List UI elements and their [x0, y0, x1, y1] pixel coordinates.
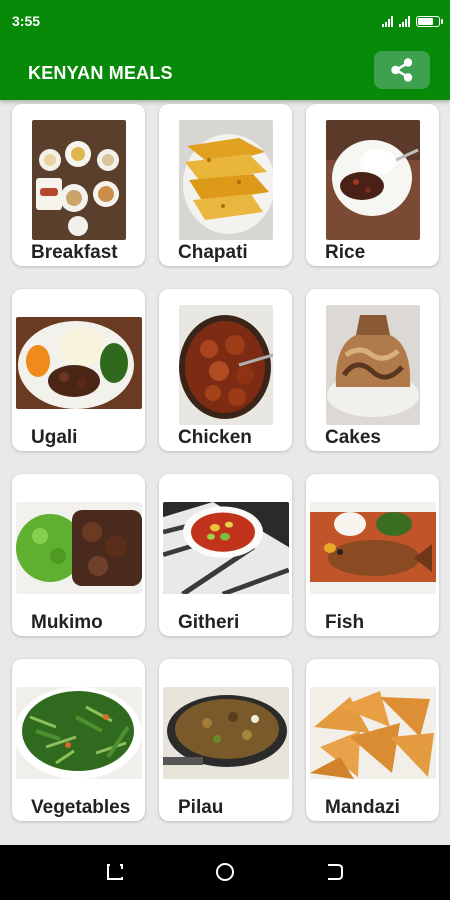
meal-label: Chicken: [178, 427, 252, 448]
navigation-bar: [0, 845, 450, 900]
meal-label: Mandazi: [325, 797, 400, 818]
pilau-image: [163, 687, 289, 779]
app-title: KENYAN MEALS: [28, 63, 173, 83]
home-icon[interactable]: [214, 861, 236, 883]
status-time: 3:55: [12, 13, 41, 29]
mukimo-image: [16, 502, 142, 594]
breakfast-image: [32, 120, 126, 240]
meal-label: Pilau: [178, 797, 224, 818]
app-bar: KENYAN MEALS: [0, 42, 450, 100]
battery-icon: [416, 16, 443, 27]
meal-card-githeri[interactable]: Githeri: [159, 474, 292, 636]
meal-label: Chapati: [178, 242, 248, 263]
meal-label: Githeri: [178, 612, 240, 633]
meal-label: Ugali: [31, 427, 78, 448]
meal-card-fish[interactable]: Fish: [306, 474, 439, 636]
meal-label: Breakfast: [31, 242, 118, 263]
fish-image: [310, 502, 436, 594]
chicken-image: [179, 305, 273, 425]
meal-label: Rice: [325, 242, 366, 263]
meal-card-rice[interactable]: Rice: [306, 104, 439, 266]
chapati-image: [179, 120, 273, 240]
ugali-image: [16, 317, 142, 409]
back-icon[interactable]: [324, 861, 346, 883]
meal-card-vegetables[interactable]: Vegetables: [12, 659, 145, 821]
meal-card-chicken[interactable]: Chicken: [159, 289, 292, 451]
meal-card-chapati[interactable]: Chapati: [159, 104, 292, 266]
mandazi-image: [310, 687, 436, 779]
meal-card-ugali[interactable]: Ugali: [12, 289, 145, 451]
meal-label: Vegetables: [31, 797, 131, 818]
meal-card-breakfast[interactable]: Breakfast: [12, 104, 145, 266]
meal-card-mandazi[interactable]: Mandazi: [306, 659, 439, 821]
status-icons: [382, 13, 443, 27]
meal-grid: Breakfast Chapati Rice Ugali Chicken Cak…: [12, 104, 440, 821]
vegetables-image: [16, 687, 142, 779]
meal-label: Mukimo: [31, 612, 103, 633]
meal-card-cakes[interactable]: Cakes: [306, 289, 439, 451]
share-icon: [391, 58, 413, 82]
status-bar: 3:55: [0, 0, 450, 42]
githeri-image: [163, 502, 289, 594]
meal-label: Cakes: [325, 427, 381, 448]
share-button[interactable]: [374, 51, 430, 89]
meal-card-pilau[interactable]: Pilau: [159, 659, 292, 821]
meal-card-mukimo[interactable]: Mukimo: [12, 474, 145, 636]
recents-icon[interactable]: [104, 861, 126, 883]
rice-image: [326, 120, 420, 240]
signal-icon-2: [399, 15, 410, 27]
cakes-image: [326, 305, 420, 425]
signal-icon: [382, 15, 393, 27]
meal-label: Fish: [325, 612, 365, 633]
